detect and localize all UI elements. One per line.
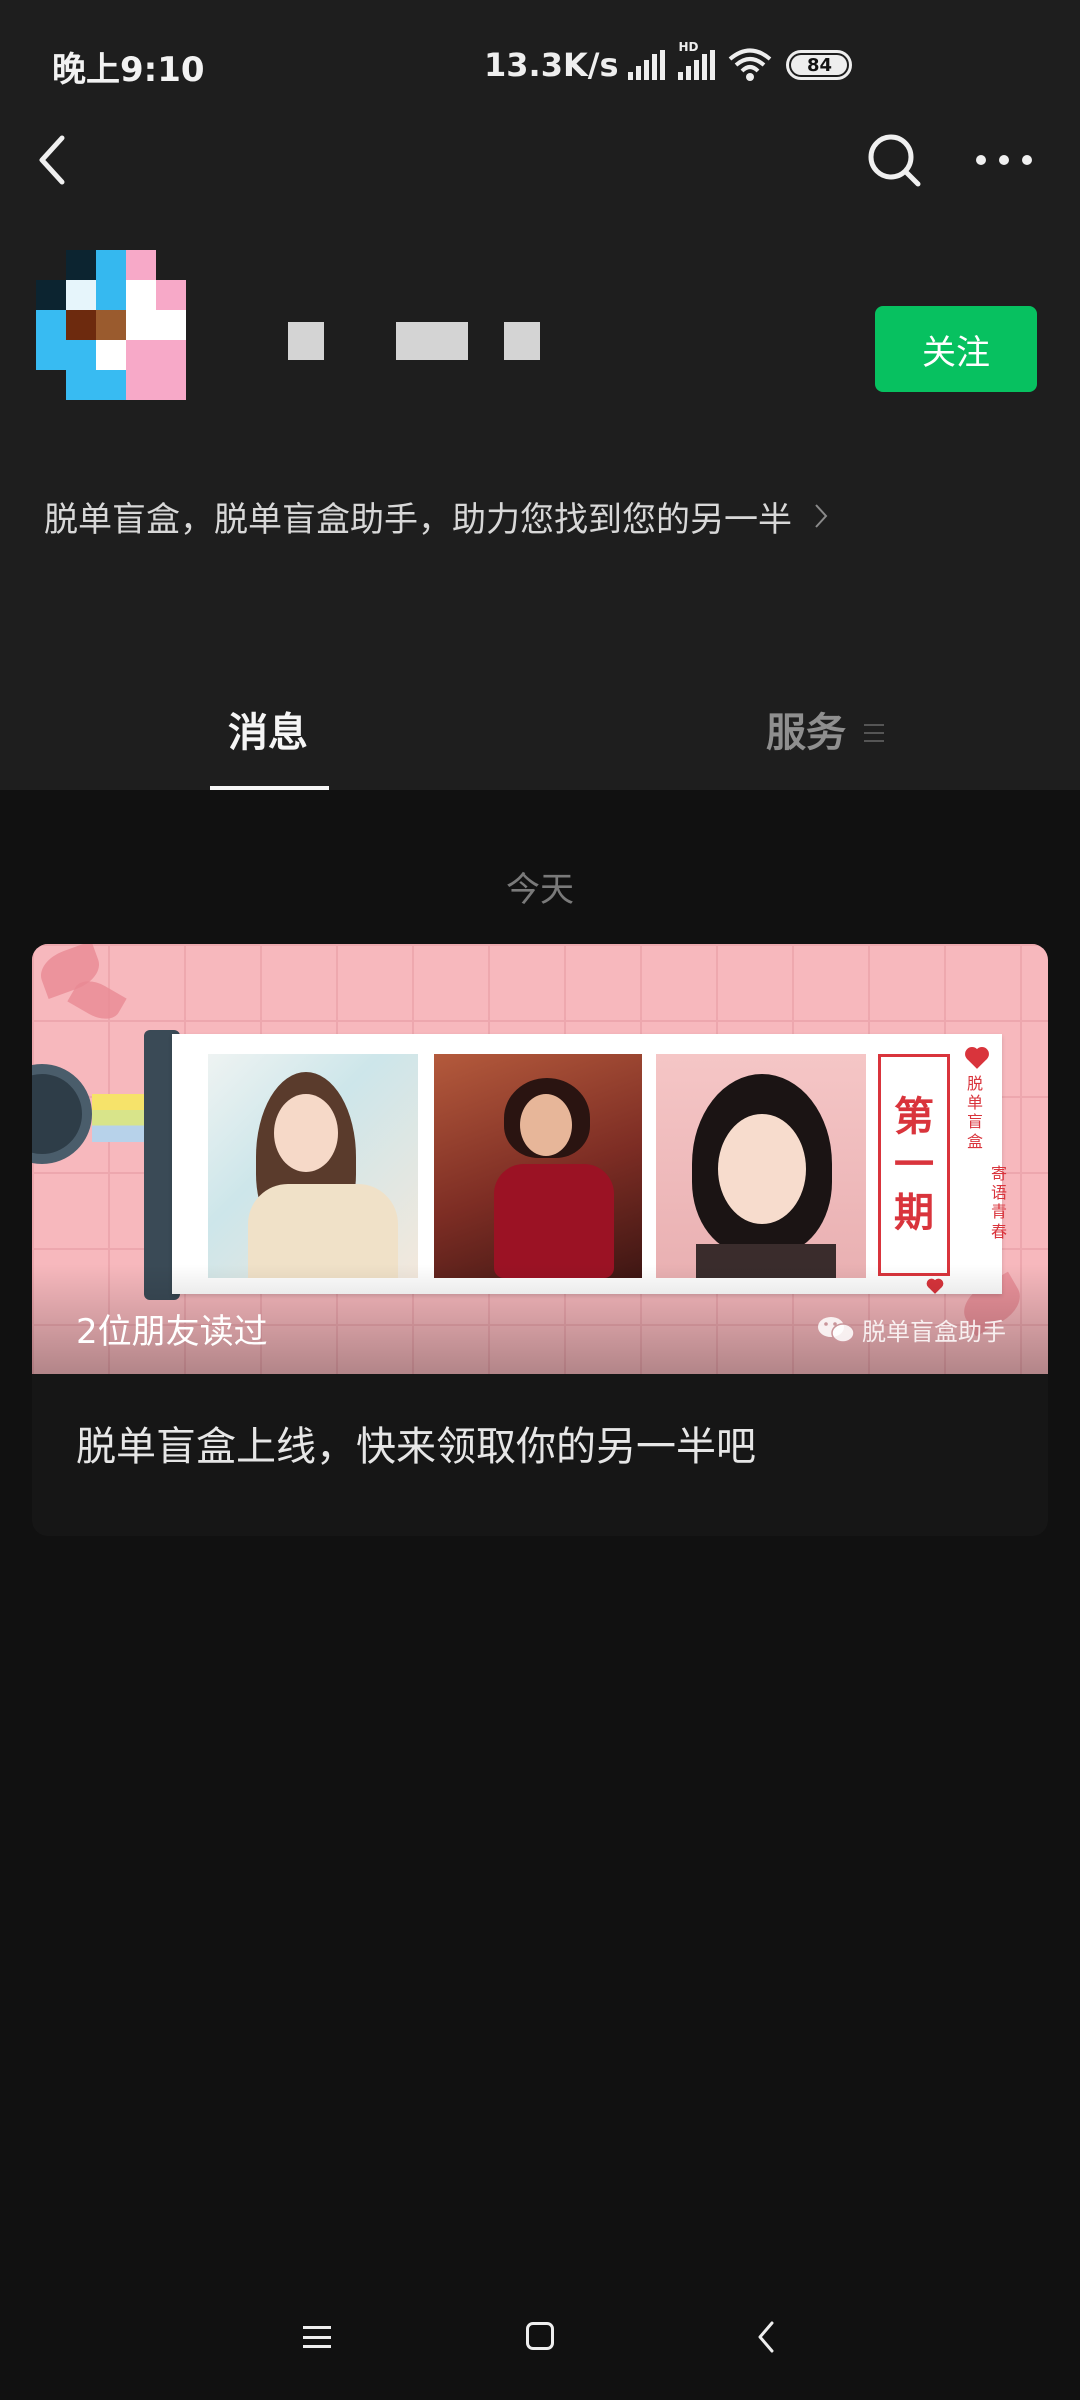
status-indicators: 13.3K/s HD 84 bbox=[484, 40, 853, 88]
chevron-right-icon bbox=[815, 504, 828, 528]
wifi-icon bbox=[729, 48, 772, 81]
battery-level: 84 bbox=[791, 55, 848, 76]
system-navigation-bar bbox=[0, 2300, 1080, 2380]
battery-icon: 84 bbox=[786, 50, 853, 80]
wechat-icon bbox=[818, 1316, 855, 1343]
bio-row[interactable]: 脱单盲盒，脱单盲盒助手，助力您找到您的另一半 bbox=[44, 488, 828, 544]
follow-button[interactable]: 关注 bbox=[875, 306, 1037, 392]
signal-hd-icon: HD bbox=[678, 40, 718, 80]
avatar[interactable] bbox=[36, 250, 216, 430]
search-icon[interactable] bbox=[866, 130, 922, 190]
watermark: 脱单盲盒助手 bbox=[816, 1312, 1006, 1347]
issue-badge: 第 一 期 bbox=[878, 1054, 950, 1276]
tab-messages[interactable]: 消息 bbox=[228, 700, 308, 758]
home-icon[interactable] bbox=[526, 2322, 554, 2350]
network-speed: 13.3K/s bbox=[484, 46, 619, 84]
article-cover-image[interactable]: 第 一 期 脱单盲盒 寄语青春 2位朋友读过 脱单盲盒助手 bbox=[32, 944, 1048, 1374]
recents-menu-icon[interactable] bbox=[303, 2326, 331, 2348]
menu-icon bbox=[864, 724, 884, 742]
side-text-1: 脱单盲盒 bbox=[966, 1074, 983, 1151]
status-time: 晚上9:10 bbox=[52, 50, 205, 90]
status-bar: 晚上9:10 13.3K/s HD 84 bbox=[0, 0, 1080, 130]
photo-3 bbox=[656, 1054, 866, 1278]
side-text-2: 寄语青春 bbox=[990, 1164, 1007, 1241]
active-tab-indicator bbox=[210, 786, 329, 790]
back-arrow-icon[interactable] bbox=[30, 128, 80, 192]
photo-2 bbox=[434, 1054, 642, 1278]
signal-icon bbox=[628, 50, 668, 80]
article-title[interactable]: 脱单盲盒上线，快来领取你的另一半吧 bbox=[76, 1414, 756, 1472]
tab-services[interactable]: 服务 bbox=[766, 700, 846, 758]
bio-text: 脱单盲盒，脱单盲盒助手，助力您找到您的另一半 bbox=[44, 499, 792, 540]
article-card[interactable]: 第 一 期 脱单盲盒 寄语青春 2位朋友读过 脱单盲盒助手 脱单盲盒上线，快来领… bbox=[32, 944, 1048, 1536]
system-back-icon[interactable] bbox=[756, 2320, 776, 2354]
read-count: 2位朋友读过 bbox=[76, 1312, 268, 1352]
more-icon[interactable] bbox=[976, 150, 1032, 170]
photo-1 bbox=[208, 1054, 418, 1278]
date-label: 今天 bbox=[506, 870, 574, 910]
